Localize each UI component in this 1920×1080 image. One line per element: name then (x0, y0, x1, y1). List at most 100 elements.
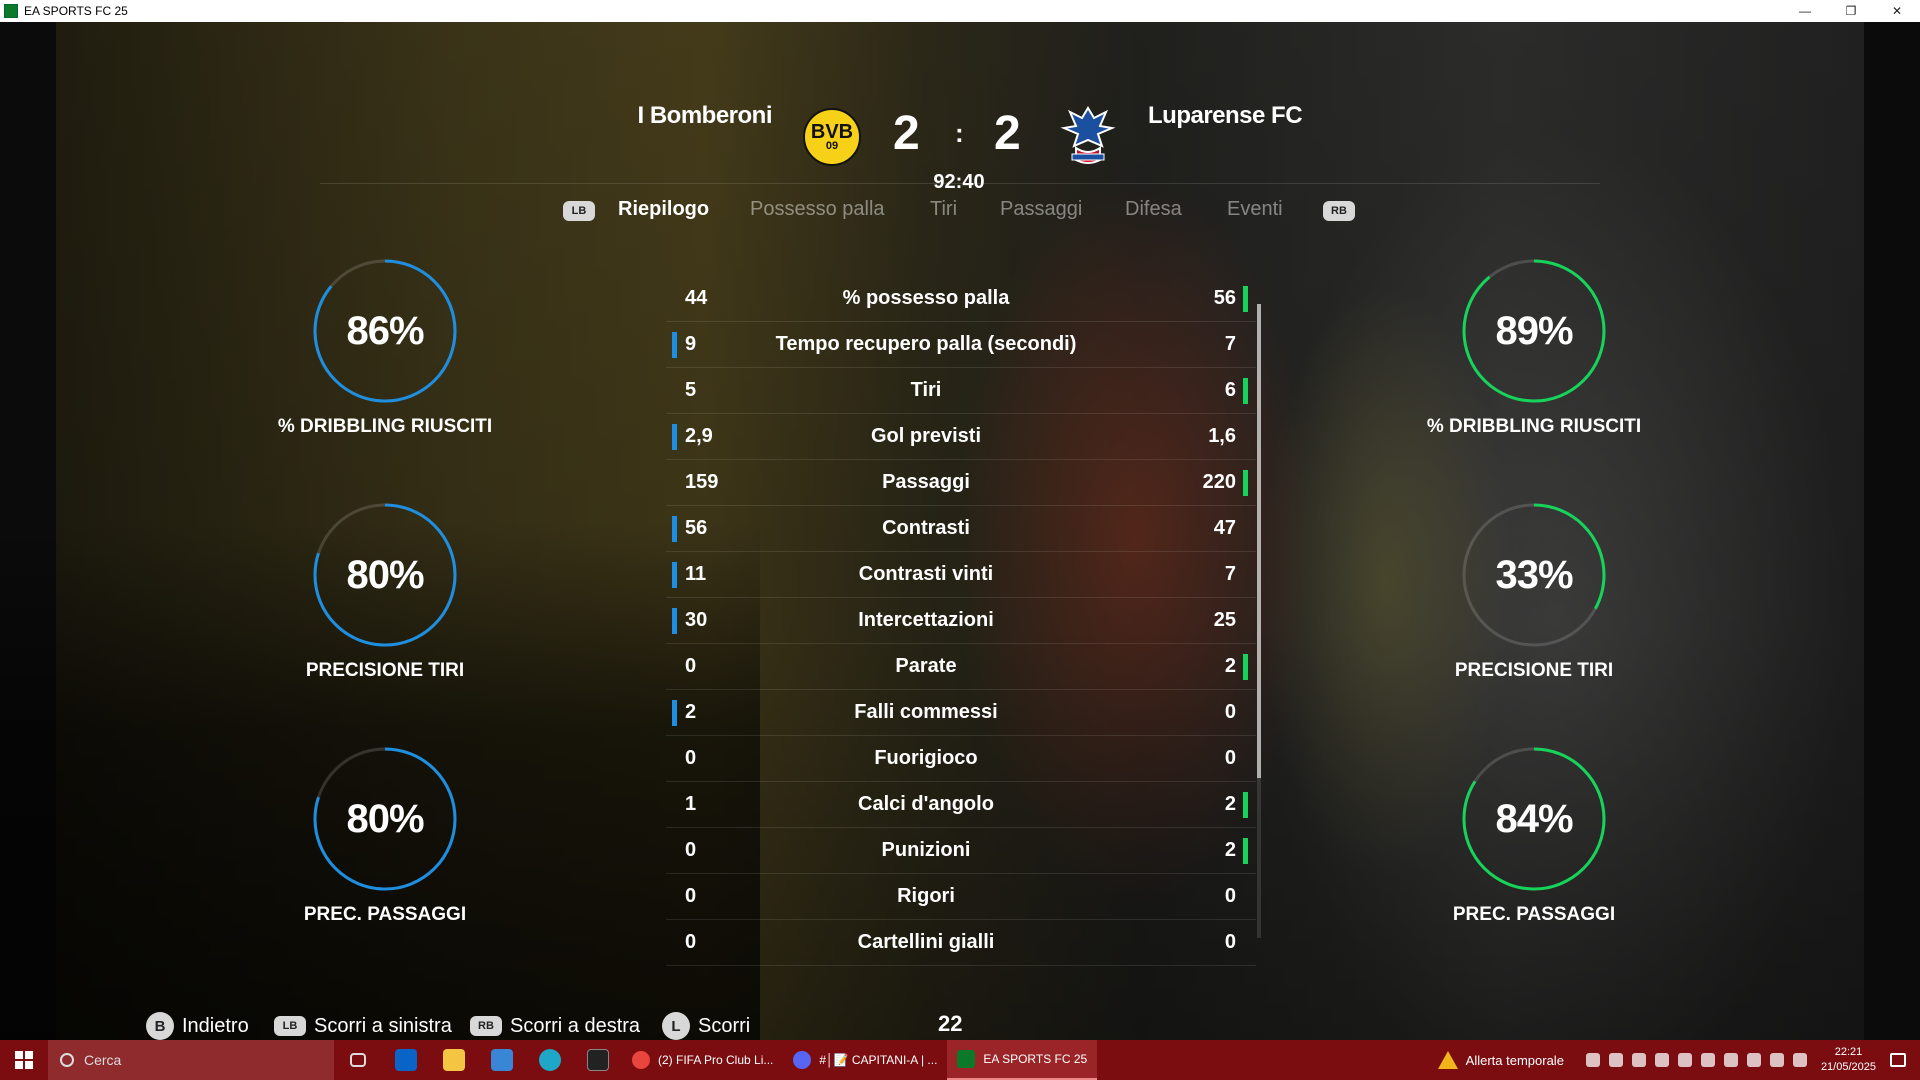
window-controls: — ❐ ✕ (1782, 0, 1920, 22)
tab-difesa[interactable]: Difesa (1125, 198, 1182, 221)
home-stat-value: 159 (685, 471, 719, 493)
stat-name: Rigori (897, 885, 955, 907)
display-icon[interactable] (1723, 1053, 1738, 1067)
home-stat-value: 2,9 (685, 425, 713, 447)
fc25-icon (957, 1050, 976, 1068)
home-team-crest: BVB 09 (803, 108, 861, 166)
taskbar-search[interactable]: Cerca (48, 1040, 334, 1080)
home-leader-bar (672, 424, 677, 450)
stat-name: Gol previsti (870, 425, 982, 447)
ring-label: % DRIBBLING RIUSCITI (1426, 416, 1642, 437)
away-leader-bar (1243, 378, 1248, 404)
home-leader-bar (672, 516, 677, 542)
tray-app-icon[interactable] (1654, 1053, 1669, 1067)
home-crest-text: BVB (810, 120, 854, 143)
tab-tiri[interactable]: Tiri (930, 198, 957, 221)
terminal-taskbar-button[interactable] (574, 1040, 622, 1080)
stat-row: 0 Fuorigioco 0 (666, 736, 1256, 782)
home-crest-sub: 09 (825, 139, 839, 152)
discord-taskbar-app[interactable]: #│📝 CAPITANI-A | ... (783, 1040, 947, 1080)
scroll-left-hint[interactable]: LB Scorri a sinistra (274, 1012, 452, 1040)
away-stat-value: 0 (1224, 931, 1236, 953)
ring-value: 84% (1495, 796, 1573, 841)
stat-name: Parate (895, 655, 957, 677)
battery-icon[interactable] (1746, 1053, 1761, 1067)
task-view-icon (350, 1053, 366, 1067)
game-viewport: I Bomberoni BVB 09 2 : 2 Luparense FC 9 2… (0, 22, 1920, 1040)
microphone-icon[interactable] (1700, 1053, 1715, 1067)
away-leader-bar (1243, 286, 1248, 312)
start-button[interactable] (0, 1040, 48, 1080)
away-leader-bar (1243, 792, 1248, 818)
tab-eventi[interactable]: Eventi (1227, 198, 1283, 221)
home-stat-value: 0 (685, 885, 697, 907)
taskbar-clock[interactable]: 22:21 21/05/2025 (1821, 1045, 1876, 1075)
tray-app-icon[interactable] (1631, 1053, 1646, 1067)
stat-name: Tiri (910, 379, 942, 401)
stat-row: 159 Passaggi 220 (666, 460, 1256, 506)
notifications-icon[interactable] (1890, 1053, 1906, 1067)
network-icon[interactable] (1769, 1053, 1784, 1067)
ring-value: 89% (1495, 308, 1573, 353)
stats-table: 44% possesso palla 56 9 Tempo recupero pall… (666, 276, 1256, 966)
home-stat-value: 0 (685, 931, 697, 953)
away-stat-value: 2 (1224, 839, 1236, 861)
ring-label: PRECISIONE TIRI (305, 660, 465, 681)
clock-time: 22:21 (1834, 1046, 1863, 1058)
ring-value: 80% (346, 796, 424, 841)
stat-name: Passaggi (882, 471, 970, 493)
minimize-button[interactable]: — (1782, 0, 1828, 22)
clock-date: 21/05/2025 (1820, 1061, 1876, 1073)
back-hint[interactable]: B Indietro (146, 1012, 249, 1040)
close-button[interactable]: ✕ (1874, 0, 1920, 22)
stat-row: 2 Falli commessi 0 (666, 690, 1256, 736)
stat-row: 1 Calci d'angolo 2 (666, 782, 1256, 828)
fc25-taskbar-app[interactable]: EA SPORTS FC 25 (947, 1040, 1098, 1080)
home-ring-dribbling: 86% (312, 258, 458, 404)
tray-app-icon[interactable] (1585, 1053, 1600, 1067)
terminal-icon (587, 1049, 609, 1071)
edge-taskbar-button[interactable] (526, 1040, 574, 1080)
home-stat-value: 11 (685, 563, 707, 585)
away-stat-value: 2 (1224, 793, 1236, 815)
search-icon (60, 1053, 74, 1067)
tab-riepilogo[interactable]: Riepilogo (618, 198, 709, 221)
explorer-taskbar-button[interactable] (430, 1040, 478, 1080)
tray-app-icon[interactable] (1608, 1053, 1623, 1067)
tab-passaggi[interactable]: Passaggi (1000, 198, 1082, 221)
away-stat-value: 0 (1224, 885, 1236, 907)
window-titlebar: EA SPORTS FC 25 — ❐ ✕ (0, 0, 1920, 22)
search-placeholder: Cerca (84, 1052, 122, 1068)
away-stat-value: 25 (1213, 609, 1236, 631)
chrome-taskbar-app[interactable]: (2) FIFA Pro Club Li... (622, 1040, 783, 1080)
away-stat-value: 56 (1213, 287, 1236, 309)
task-view-button[interactable] (334, 1040, 382, 1080)
tray-app-icon[interactable] (1677, 1053, 1692, 1067)
weather-alert[interactable]: Allerta temporale (1437, 1051, 1564, 1069)
stat-name: Contrasti (882, 517, 970, 539)
restore-button[interactable]: ❐ (1828, 0, 1874, 22)
away-stat-value: 0 (1224, 747, 1236, 769)
lb-button-icon[interactable]: LB (563, 201, 595, 221)
edge-icon (539, 1049, 561, 1071)
home-leader-bar (672, 700, 677, 726)
ring-value: 86% (346, 308, 424, 353)
eagle-crest-icon (1060, 106, 1116, 164)
home-team-name: I Bomberoni (637, 102, 772, 129)
volume-icon[interactable] (1792, 1053, 1807, 1067)
scroll-hint[interactable]: L Scorri (662, 1012, 750, 1040)
home-stat-value: 0 (685, 655, 697, 677)
stat-row: 5 Tiri 6 (666, 368, 1256, 414)
home-stat-value: 30 (685, 609, 708, 631)
store-taskbar-button[interactable] (478, 1040, 526, 1080)
rb-button-icon[interactable]: RB (1323, 201, 1355, 221)
tab-possesso-palla[interactable]: Possesso palla (750, 198, 885, 221)
stat-name: Tempo recupero palla (secondi) (775, 333, 1077, 355)
outlook-taskbar-button[interactable] (382, 1040, 430, 1080)
stat-row: 0 Punizioni 2 (666, 828, 1256, 874)
stats-scrollbar-thumb[interactable] (1257, 304, 1261, 778)
scroll-right-hint[interactable]: RB Scorri a destra (470, 1012, 640, 1040)
away-leader-bar (1243, 470, 1248, 496)
ring-value: 33% (1495, 552, 1573, 597)
away-stat-value: 0 (1224, 701, 1236, 723)
